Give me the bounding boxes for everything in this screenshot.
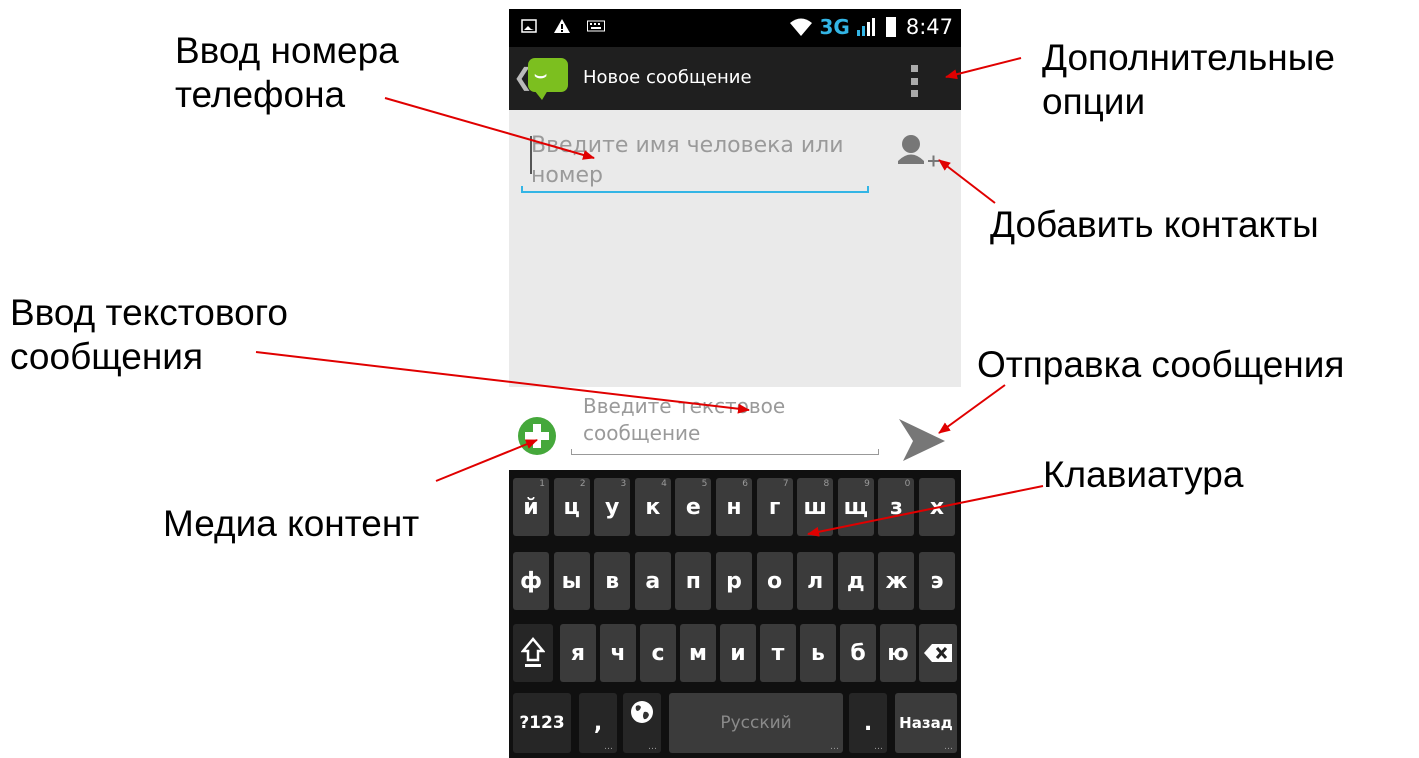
key-е[interactable]: е5 [675, 478, 712, 536]
add-contact-icon[interactable] [895, 131, 939, 175]
key-с[interactable]: с [640, 624, 676, 682]
key-в[interactable]: в [594, 552, 631, 610]
key-ф[interactable]: ф [513, 552, 549, 610]
screen-title: Новое сообщение [583, 67, 752, 88]
comma-key[interactable]: ,… [579, 693, 617, 753]
callout-media: Медиа контент [163, 503, 420, 544]
language-key[interactable]: … [623, 693, 661, 753]
key-а[interactable]: а [634, 552, 671, 610]
key-ц[interactable]: ц2 [553, 478, 590, 536]
message-input[interactable]: Введите текстовое сообщение [571, 393, 879, 455]
key-щ[interactable]: щ9 [837, 478, 874, 536]
key-ш[interactable]: ш8 [797, 478, 834, 536]
key-н[interactable]: н6 [716, 478, 752, 536]
key-х[interactable]: х [919, 478, 955, 536]
signal-icon [856, 18, 875, 36]
key-б[interactable]: б [840, 624, 876, 682]
period-key[interactable]: .… [849, 693, 887, 753]
key-м[interactable]: м [680, 624, 716, 682]
image-notification-icon [521, 19, 537, 33]
wifi-icon [790, 18, 813, 36]
callout-text-input: Ввод текстового сообщения [10, 292, 288, 377]
key-л[interactable]: л [797, 552, 834, 610]
callout-keyboard: Клавиатура [1043, 454, 1244, 495]
overflow-menu-icon[interactable] [911, 65, 921, 97]
recipient-input[interactable]: Введите имя человека или номер [521, 125, 869, 193]
phone-screen: 3G 8:47 ❮ ⌣ Новое сообщение Введите имя … [509, 9, 961, 758]
action-bar: ❮ ⌣ Новое сообщение [509, 47, 961, 110]
shift-icon [521, 637, 545, 667]
shift-key[interactable] [513, 624, 553, 682]
symbols-key[interactable]: ?123 [513, 693, 571, 753]
battery-icon [885, 17, 896, 37]
status-bar: 3G 8:47 [509, 9, 961, 47]
backspace-key[interactable] [919, 624, 957, 682]
key-п[interactable]: п [675, 552, 712, 610]
key-т[interactable]: т [760, 624, 796, 682]
key-о[interactable]: о [756, 552, 793, 610]
callout-more-options: Дополнительные опции [1042, 37, 1335, 122]
key-ж[interactable]: ж [878, 552, 915, 610]
key-э[interactable]: э [919, 552, 955, 610]
keyboard: ?123 ,… … Русский… .… Назад… й1ц2у3к4е5н… [509, 470, 961, 758]
enter-key[interactable]: Назад… [895, 693, 957, 753]
message-placeholder: Введите текстовое сообщение [583, 394, 786, 445]
key-ы[interactable]: ы [553, 552, 590, 610]
network-type: 3G [819, 15, 850, 39]
key-г[interactable]: г7 [756, 478, 793, 536]
callout-send-message: Отправка сообщения [977, 344, 1345, 385]
space-key[interactable]: Русский… [669, 693, 843, 753]
warning-icon [554, 19, 570, 33]
key-д[interactable]: д [837, 552, 874, 610]
key-ч[interactable]: ч [600, 624, 636, 682]
key-ю[interactable]: ю [880, 624, 916, 682]
key-ь[interactable]: ь [800, 624, 836, 682]
recipient-placeholder: Введите имя человека или номер [531, 133, 844, 188]
key-й[interactable]: й1 [513, 478, 549, 536]
callout-phone-input: Ввод номера телефона [175, 30, 399, 115]
backspace-icon [924, 644, 952, 662]
callout-add-contacts: Добавить контакты [990, 204, 1319, 245]
add-media-icon[interactable] [518, 417, 556, 455]
keyboard-notification-icon [587, 20, 605, 32]
globe-icon [631, 701, 653, 723]
messaging-app-icon[interactable]: ⌣ [528, 58, 568, 100]
compose-bar: Введите текстовое сообщение [509, 387, 961, 470]
key-у[interactable]: у3 [594, 478, 631, 536]
key-з[interactable]: з0 [878, 478, 915, 536]
clock: 8:47 [905, 15, 953, 39]
key-к[interactable]: к4 [634, 478, 671, 536]
send-icon[interactable] [899, 419, 945, 461]
key-я[interactable]: я [560, 624, 596, 682]
key-р[interactable]: р [716, 552, 752, 610]
key-и[interactable]: и [720, 624, 756, 682]
